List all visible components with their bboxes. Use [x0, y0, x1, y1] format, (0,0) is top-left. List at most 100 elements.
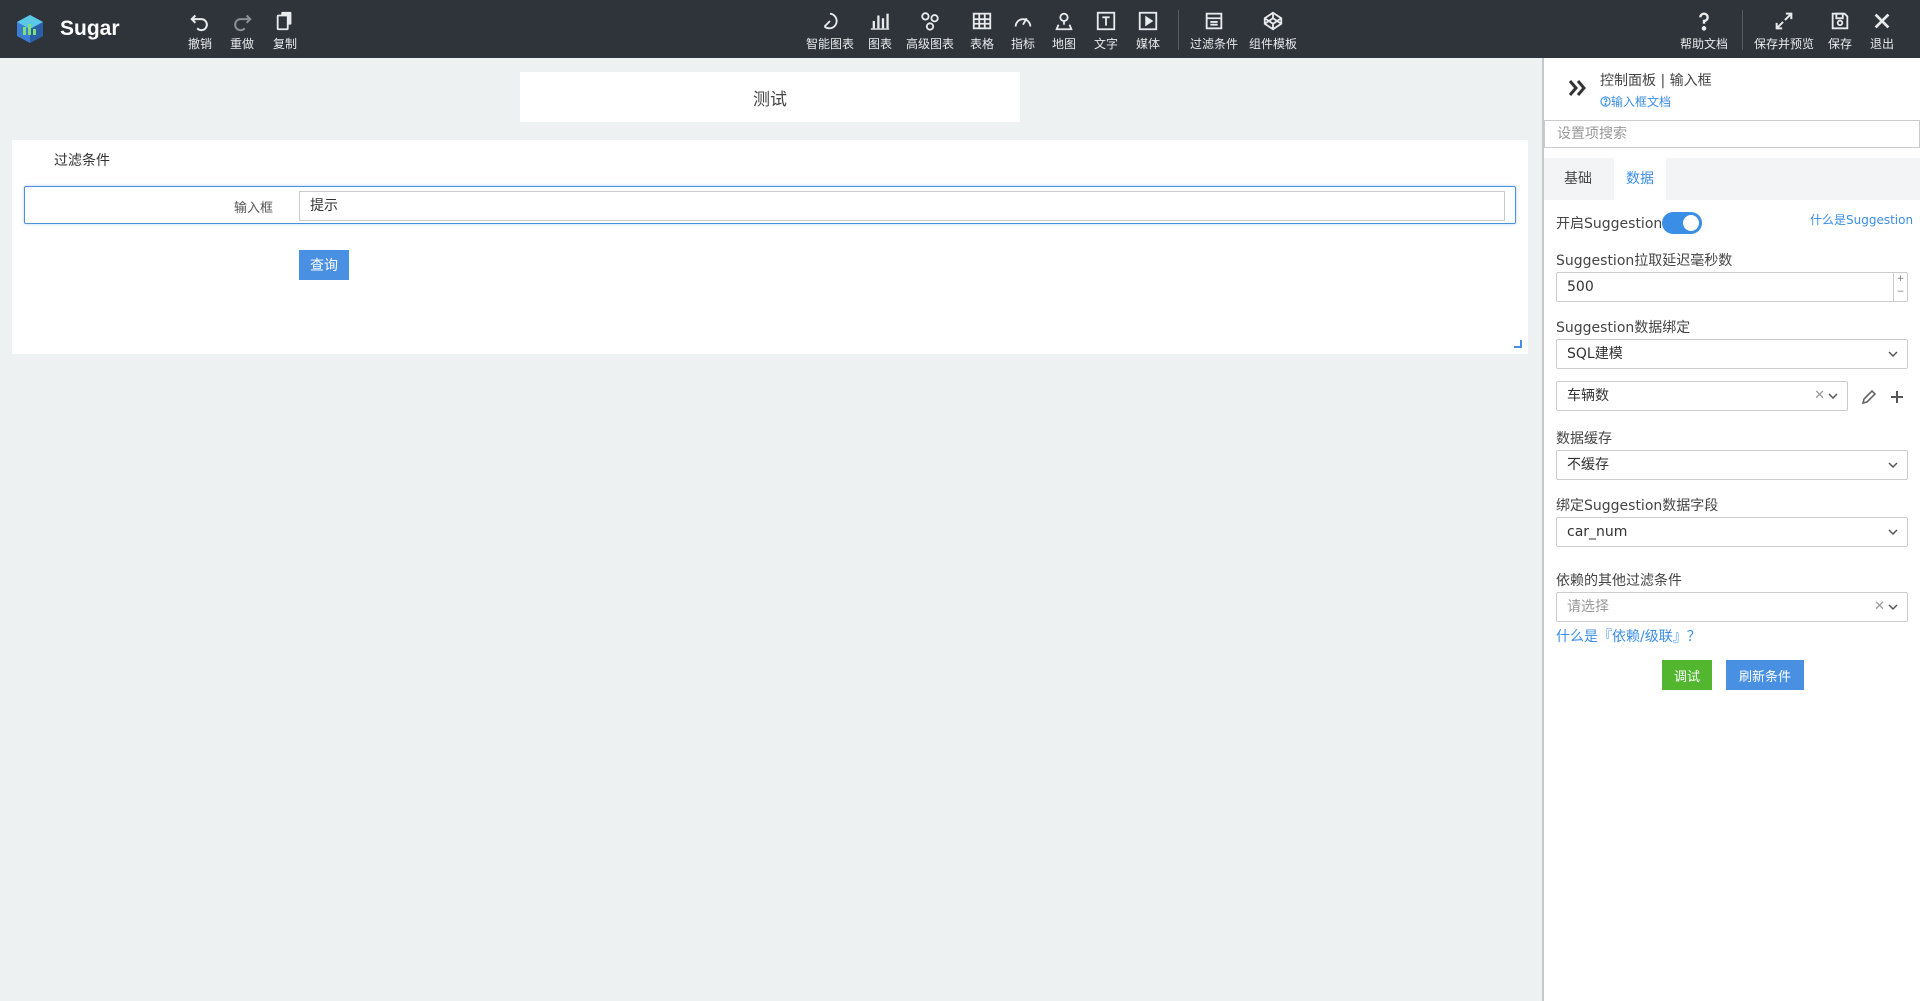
model-select[interactable]: 车辆数 ✕ — [1556, 381, 1848, 411]
input-label: 输入框 — [233, 201, 273, 216]
brand[interactable]: Sugar — [14, 12, 120, 46]
input-filter-row[interactable]: 输入框 提示 — [24, 186, 1516, 224]
filter-text-input[interactable]: 提示 — [299, 191, 1505, 221]
cache-value: 不缓存 — [1567, 457, 1609, 473]
indicator-button[interactable]: 指标 — [1011, 10, 1035, 52]
cache-label: 数据缓存 — [1556, 431, 1612, 447]
binding-select[interactable]: SQL建模 — [1556, 339, 1908, 369]
floppy-icon — [1831, 12, 1849, 30]
panel-header: 控制面板 | 输入框 输入框文档 — [1544, 58, 1920, 118]
resize-handle[interactable] — [1514, 340, 1522, 348]
cache-select[interactable]: 不缓存 — [1556, 450, 1908, 480]
clear-x-icon[interactable]: ✕ — [1814, 382, 1825, 410]
table-button[interactable]: 表格 — [970, 10, 994, 52]
filter-label: 过滤条件 — [1190, 37, 1239, 51]
undo-icon — [190, 14, 208, 32]
field-select[interactable]: car_num — [1556, 517, 1908, 547]
chevron-down-icon — [1828, 393, 1838, 400]
editor-canvas: 测试 过滤条件 输入框 提示 查询 — [0, 58, 1540, 1001]
panel-tabs: 基础 数据 — [1544, 158, 1920, 200]
delay-label: Suggestion拉取延迟毫秒数 — [1556, 253, 1733, 269]
tab-basic[interactable]: 基础 — [1552, 158, 1604, 200]
media-button[interactable]: 媒体 — [1136, 10, 1160, 52]
gauge-icon — [1014, 17, 1032, 27]
advanced-chart-label: 高级图表 — [906, 37, 955, 51]
depend-help-link[interactable]: 什么是『依赖/级联』？ — [1556, 626, 1701, 646]
debug-button[interactable]: 调试 — [1662, 660, 1712, 690]
field-label: 绑定Suggestion数据字段 — [1556, 498, 1719, 514]
copy-button[interactable]: 复制 — [273, 10, 297, 52]
double-chevron-right-icon[interactable] — [1566, 76, 1590, 100]
filter-form-icon — [1205, 12, 1223, 30]
close-icon — [1874, 13, 1890, 29]
save-button[interactable]: 保存 — [1828, 10, 1852, 52]
smart-chart-button[interactable]: 智能图表 — [806, 10, 854, 52]
delay-stepper[interactable]: + − — [1893, 273, 1907, 301]
text-label: 文字 — [1094, 37, 1119, 51]
top-toolbar: Sugar 撤销 重做 复制 智能图表 图表 高级图表 表格 指标 地图 文字 — [0, 0, 1920, 58]
chevron-down-icon — [1888, 462, 1898, 469]
save-label: 保存 — [1828, 37, 1853, 51]
text-button[interactable]: 文字 — [1094, 10, 1118, 52]
chart-button[interactable]: 图表 — [868, 10, 892, 52]
chevron-down-icon — [1888, 351, 1898, 358]
help-circle-icon — [1600, 96, 1611, 107]
control-panel: 控制面板 | 输入框 输入框文档 设置项搜索 基础 数据 开启Suggestio… — [1542, 58, 1920, 1001]
input-doc-label: 输入框文档 — [1611, 95, 1672, 109]
plus-icon[interactable] — [1888, 388, 1906, 406]
chevron-down-icon — [1888, 529, 1898, 536]
undo-label: 撤销 — [188, 37, 213, 51]
depend-placeholder: 请选择 — [1567, 599, 1609, 615]
clear-x-icon[interactable]: ✕ — [1874, 593, 1885, 621]
page-title: 测试 — [753, 89, 787, 110]
map-button[interactable]: 地图 — [1052, 10, 1076, 52]
query-button[interactable]: 查询 — [299, 250, 349, 280]
model-value: 车辆数 — [1567, 388, 1609, 404]
enable-suggestion-label: 开启Suggestion — [1556, 216, 1663, 232]
indicator-label: 指标 — [1011, 37, 1036, 51]
redo-icon — [234, 14, 252, 32]
exit-button[interactable]: 退出 — [1870, 10, 1894, 52]
binding-label: Suggestion数据绑定 — [1556, 320, 1691, 336]
help-doc-label: 帮助文档 — [1680, 37, 1729, 51]
pencil-icon[interactable] — [1860, 388, 1878, 406]
delay-value: 500 — [1567, 279, 1594, 295]
table-label: 表格 — [970, 37, 995, 51]
filter-title: 过滤条件 — [54, 153, 110, 169]
exit-label: 退出 — [1870, 37, 1895, 51]
depend-select[interactable]: 请选择 ✕ — [1556, 592, 1908, 622]
bar-chart-icon — [870, 13, 890, 30]
save-preview-label: 保存并预览 — [1754, 37, 1815, 51]
text-icon — [1096, 11, 1116, 31]
title-component[interactable]: 测试 — [520, 72, 1020, 122]
app-name: Sugar — [60, 17, 120, 40]
chevron-down-icon — [1888, 604, 1898, 611]
map-label: 地图 — [1052, 37, 1077, 51]
smart-chart-icon — [823, 12, 838, 30]
copy-label: 复制 — [273, 37, 298, 51]
what-is-suggestion-link[interactable]: 什么是Suggestion — [1810, 211, 1913, 228]
filter-button[interactable]: 过滤条件 — [1190, 10, 1238, 52]
tab-data[interactable]: 数据 — [1614, 158, 1666, 200]
depend-label: 依赖的其他过滤条件 — [1556, 573, 1682, 589]
toolbar-divider-right — [1742, 10, 1743, 50]
refresh-button[interactable]: 刷新条件 — [1726, 660, 1804, 690]
smart-chart-label: 智能图表 — [806, 37, 855, 51]
play-icon — [1138, 11, 1158, 31]
component-template-button[interactable]: 组件模板 — [1249, 10, 1297, 52]
redo-button[interactable]: 重做 — [230, 10, 254, 52]
filter-component[interactable]: 过滤条件 输入框 提示 查询 — [12, 140, 1528, 354]
codepen-icon — [1263, 11, 1283, 31]
help-doc-button[interactable]: 帮助文档 — [1680, 10, 1728, 52]
settings-search-input[interactable]: 设置项搜索 — [1544, 120, 1920, 148]
sugar-logo-icon — [17, 15, 43, 43]
undo-button[interactable]: 撤销 — [188, 10, 212, 52]
input-doc-link[interactable]: 输入框文档 — [1600, 93, 1671, 110]
enable-suggestion-toggle[interactable] — [1662, 212, 1702, 234]
question-icon — [1699, 12, 1709, 31]
panel-title: 控制面板 | 输入框 — [1600, 73, 1712, 89]
delay-input[interactable]: 500 + − — [1556, 272, 1908, 302]
table-icon — [972, 12, 992, 30]
advanced-chart-button[interactable]: 高级图表 — [906, 10, 954, 52]
save-preview-button[interactable]: 保存并预览 — [1754, 10, 1814, 52]
